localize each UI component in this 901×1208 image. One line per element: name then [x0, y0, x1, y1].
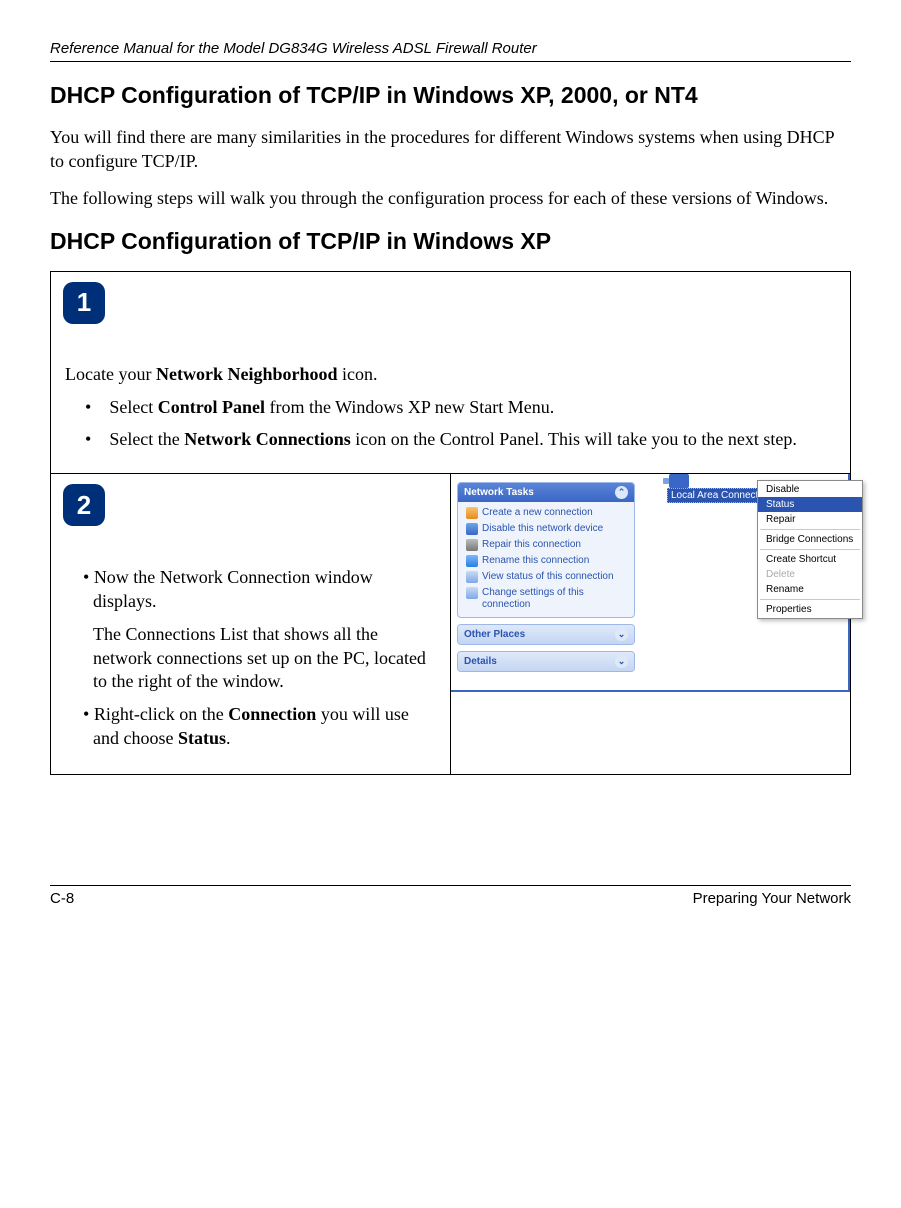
network-tasks-header[interactable]: Network Tasks ⌃	[458, 483, 634, 502]
menu-repair[interactable]: Repair	[758, 512, 862, 527]
panel-title: Other Places	[464, 629, 525, 640]
panel-title: Network Tasks	[464, 487, 534, 498]
rename-icon	[466, 555, 478, 567]
other-places-block[interactable]: Other Places ⌄	[457, 624, 635, 645]
menu-shortcut[interactable]: Create Shortcut	[758, 552, 862, 567]
details-block[interactable]: Details ⌄	[457, 651, 635, 672]
text: icon.	[337, 364, 377, 384]
expand-icon[interactable]: ⌄	[615, 628, 628, 641]
step-1-badge: 1	[63, 282, 105, 324]
task-label: Create a new connection	[482, 507, 593, 519]
task-label: Repair this connection	[482, 539, 581, 551]
text: Select the	[109, 429, 184, 449]
menu-separator	[760, 529, 860, 530]
task-create-connection[interactable]: Create a new connection	[460, 505, 632, 521]
task-change-settings[interactable]: Change settings of this connection	[460, 585, 632, 612]
network-adapter-icon	[669, 474, 689, 488]
text: Now the Network Connection window displa…	[93, 567, 373, 610]
repair-icon	[466, 539, 478, 551]
menu-separator	[760, 599, 860, 600]
heading-sub: DHCP Configuration of TCP/IP in Windows …	[50, 228, 851, 255]
task-label: Change settings of this connection	[482, 587, 628, 610]
step-2-bullet-1: • Now the Network Connection window disp…	[83, 566, 438, 613]
task-repair-connection[interactable]: Repair this connection	[460, 537, 632, 553]
heading-main: DHCP Configuration of TCP/IP in Windows …	[50, 82, 851, 109]
panel-title: Details	[464, 656, 497, 667]
step-2-subpara: The Connections List that shows all the …	[93, 623, 438, 693]
task-label: Rename this connection	[482, 555, 589, 567]
intro-paragraph-2: The following steps will walk you throug…	[50, 186, 851, 210]
task-label: View status of this connection	[482, 571, 614, 583]
text-bold: Network Connections	[184, 429, 351, 449]
disable-icon	[466, 523, 478, 535]
menu-delete: Delete	[758, 567, 862, 582]
collapse-icon[interactable]: ⌃	[615, 486, 628, 499]
page-number: C-8	[50, 890, 74, 907]
step-1-bullets: Select Control Panel from the Windows XP…	[63, 395, 838, 452]
task-label: Disable this network device	[482, 523, 603, 535]
steps-table: 1 Locate your Network Neighborhood icon.…	[50, 271, 851, 775]
step-2-screenshot-cell: Network Tasks ⌃ Create a new connection …	[451, 474, 851, 775]
step-2-badge: 2	[63, 484, 105, 526]
intro-paragraph-1: You will find there are many similaritie…	[50, 125, 851, 174]
expand-icon[interactable]: ⌄	[615, 655, 628, 668]
menu-separator	[760, 549, 860, 550]
task-disable-device[interactable]: Disable this network device	[460, 521, 632, 537]
list-item: Select Control Panel from the Windows XP…	[85, 395, 838, 419]
text-bold: Network Neighborhood	[156, 364, 338, 384]
text-bold: Control Panel	[158, 397, 265, 417]
text-bold: Status	[178, 728, 226, 748]
menu-properties[interactable]: Properties	[758, 602, 862, 617]
task-rename-connection[interactable]: Rename this connection	[460, 553, 632, 569]
text: Right-click on the	[94, 704, 228, 724]
menu-rename[interactable]: Rename	[758, 582, 862, 597]
text: Locate your	[65, 364, 156, 384]
step-1-intro: Locate your Network Neighborhood icon.	[65, 364, 838, 385]
settings-icon	[466, 587, 478, 599]
step-1-cell: 1 Locate your Network Neighborhood icon.…	[51, 271, 851, 474]
menu-disable[interactable]: Disable	[758, 482, 862, 497]
menu-bridge[interactable]: Bridge Connections	[758, 532, 862, 547]
running-header: Reference Manual for the Model DG834G Wi…	[50, 40, 851, 62]
text-bold: Connection	[228, 704, 316, 724]
list-item: Select the Network Connections icon on t…	[85, 427, 838, 451]
task-view-status[interactable]: View status of this connection	[460, 569, 632, 585]
step-2-text-cell: 2 • Now the Network Connection window di…	[51, 474, 451, 775]
text: from the Windows XP new Start Menu.	[265, 397, 554, 417]
text: icon on the Control Panel. This will tak…	[351, 429, 797, 449]
menu-status[interactable]: Status	[758, 497, 862, 512]
step-2-bullet-2: • Right-click on the Connection you will…	[83, 703, 438, 750]
task-panel: Network Tasks ⌃ Create a new connection …	[457, 482, 635, 678]
chapter-title: Preparing Your Network	[693, 890, 851, 907]
context-menu: Disable Status Repair Bridge Connections…	[757, 480, 863, 619]
page-footer: C-8 Preparing Your Network	[50, 885, 851, 907]
text: .	[226, 728, 231, 748]
view-status-icon	[466, 571, 478, 583]
network-tasks-block: Network Tasks ⌃ Create a new connection …	[457, 482, 635, 618]
new-connection-icon	[466, 507, 478, 519]
screenshot-network-connections: Network Tasks ⌃ Create a new connection …	[451, 474, 850, 692]
text: Select	[109, 397, 157, 417]
